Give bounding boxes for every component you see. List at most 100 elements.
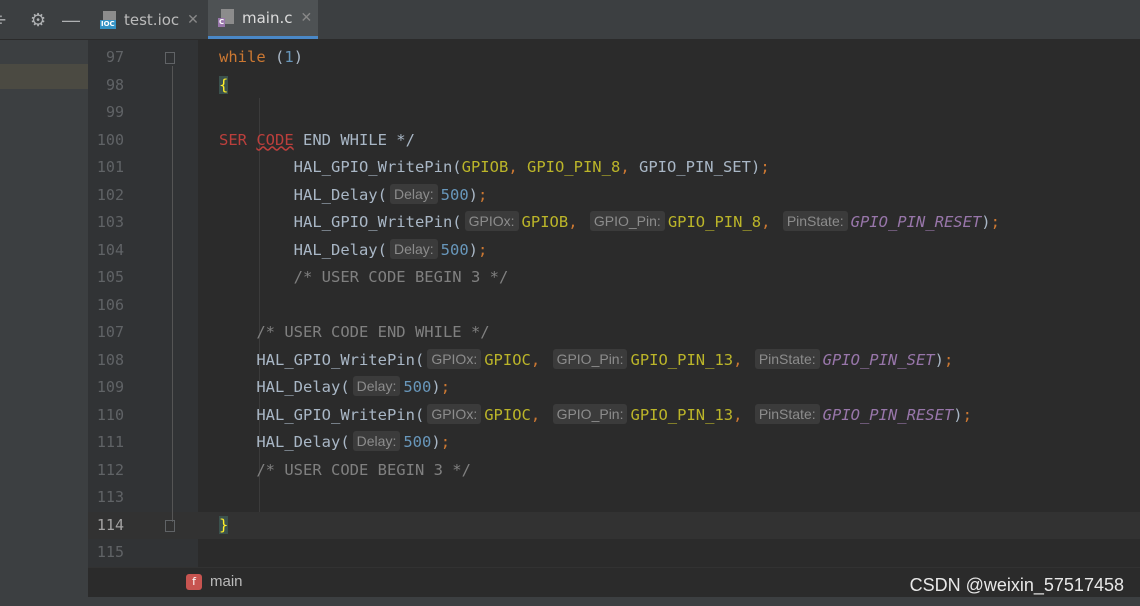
line-number: 102 bbox=[96, 185, 124, 204]
c-file-icon: C bbox=[218, 9, 236, 27]
code-keyword: , bbox=[530, 350, 550, 369]
code-keyword: , bbox=[508, 158, 527, 176]
code-keyword: , bbox=[733, 350, 752, 369]
code-text: HAL_Delay(Delay: 500); bbox=[219, 374, 450, 401]
fold-marker-icon[interactable] bbox=[165, 52, 175, 64]
collapse-icon[interactable]: ÷ bbox=[0, 8, 6, 32]
watermark: CSDN @weixin_57517458 bbox=[909, 575, 1124, 595]
code-keyword: ; bbox=[478, 240, 488, 259]
close-icon[interactable]: ✕ bbox=[301, 10, 313, 26]
parameter-hint: PinState: bbox=[782, 211, 848, 231]
function-icon: f bbox=[186, 574, 202, 590]
code-line[interactable]: 115 bbox=[88, 539, 1140, 567]
matched-brace: { bbox=[219, 75, 229, 94]
code-keyword: ; bbox=[478, 185, 488, 204]
line-number: 98 bbox=[105, 75, 124, 94]
code-line[interactable]: 106 bbox=[88, 292, 1140, 320]
code-keyword: ; bbox=[990, 213, 1000, 231]
minus-icon[interactable]: — bbox=[62, 8, 80, 32]
code-macro: GPIOC bbox=[484, 350, 531, 369]
line-number: 101 bbox=[96, 158, 124, 176]
code-text: SER CODE END WHILE */ bbox=[219, 127, 415, 154]
status-bar bbox=[0, 597, 1140, 606]
code-enum-constant: GPIO_PIN_RESET bbox=[850, 213, 982, 231]
code-number: 500 bbox=[403, 378, 432, 396]
matched-brace: } bbox=[219, 515, 229, 534]
code-error: CODE bbox=[256, 130, 294, 149]
code-keyword: , bbox=[761, 213, 780, 231]
code-text: { bbox=[219, 72, 229, 99]
code-token: END WHILE */ bbox=[293, 130, 415, 149]
fold-marker-icon[interactable] bbox=[165, 519, 175, 532]
code-line[interactable]: 107 /* USER CODE END WHILE */ bbox=[88, 319, 1140, 347]
code-line[interactable]: 105 /* USER CODE BEGIN 3 */ bbox=[88, 264, 1140, 292]
code-number: 500 bbox=[403, 433, 432, 451]
code-line[interactable]: 108 HAL_GPIO_WritePin(GPIOx: GPIOC, GPIO_… bbox=[88, 347, 1140, 375]
code-line[interactable]: 114} bbox=[88, 512, 1140, 540]
close-icon[interactable]: ✕ bbox=[187, 12, 199, 28]
code-line[interactable]: 104 HAL_Delay(Delay: 500); bbox=[88, 237, 1140, 265]
code-text: HAL_Delay(Delay: 500); bbox=[219, 182, 487, 209]
line-number: 104 bbox=[96, 240, 124, 259]
code-token: HAL_GPIO_WritePin( bbox=[219, 213, 462, 231]
code-token: GPIO_PIN_SET) bbox=[638, 158, 761, 176]
code-keyword: ; bbox=[440, 433, 451, 451]
line-number: 110 bbox=[96, 405, 124, 424]
code-keyword: ; bbox=[440, 378, 451, 396]
code-line[interactable]: 97 while (1) bbox=[88, 44, 1140, 72]
code-keyword: while bbox=[219, 48, 266, 66]
code-token: HAL_Delay( bbox=[219, 433, 350, 451]
parameter-hint: GPIO_Pin: bbox=[552, 403, 628, 424]
code-line[interactable]: 99 bbox=[88, 99, 1140, 127]
parameter-hint: Delay: bbox=[352, 376, 401, 396]
parameter-hint: Delay: bbox=[389, 183, 438, 204]
line-number: 109 bbox=[96, 378, 124, 396]
code-token: HAL_GPIO_WritePin( bbox=[219, 350, 425, 369]
code-line[interactable]: 102 HAL_Delay(Delay: 500); bbox=[88, 182, 1140, 210]
parameter-hint: Delay: bbox=[389, 238, 438, 259]
selected-tree-row[interactable] bbox=[0, 64, 88, 89]
parameter-hint: GPIOx: bbox=[427, 403, 482, 424]
gear-icon[interactable]: ⚙ bbox=[30, 8, 46, 32]
code-number: 1 bbox=[284, 48, 294, 66]
code-line[interactable]: 98 { bbox=[88, 72, 1140, 100]
code-comment: /* USER CODE BEGIN 3 */ bbox=[219, 460, 471, 479]
code-text: HAL_Delay(Delay: 500); bbox=[219, 429, 450, 456]
code-line[interactable]: 100 SER CODE END WHILE */ bbox=[88, 127, 1140, 155]
code-number: 500 bbox=[440, 185, 469, 204]
code-text: while (1) bbox=[219, 44, 303, 71]
parameter-hint: GPIO_Pin: bbox=[552, 348, 628, 369]
code-line[interactable]: 109 HAL_Delay(Delay: 500); bbox=[88, 374, 1140, 402]
parameter-hint: GPIOx: bbox=[464, 211, 519, 231]
code-keyword: , bbox=[568, 213, 587, 231]
code-line[interactable]: 110 HAL_GPIO_WritePin(GPIOx: GPIOC, GPIO_… bbox=[88, 402, 1140, 430]
parameter-hint: GPIO_Pin: bbox=[589, 211, 665, 231]
code-token: HAL_GPIO_WritePin( bbox=[219, 158, 462, 176]
tab-label: test.ioc bbox=[124, 10, 180, 29]
code-line[interactable]: 103 HAL_GPIO_WritePin(GPIOx: GPIOB, GPIO_… bbox=[88, 209, 1140, 237]
parameter-hint: GPIOx: bbox=[427, 348, 482, 369]
line-number: 111 bbox=[96, 433, 124, 451]
breadcrumb-item-main[interactable]: main bbox=[210, 573, 243, 590]
code-token: ) bbox=[953, 405, 963, 424]
code-token: ) bbox=[293, 48, 304, 66]
tab-label: main.c bbox=[242, 9, 293, 27]
code-line[interactable]: 112 /* USER CODE BEGIN 3 */ bbox=[88, 457, 1140, 485]
line-number: 113 bbox=[96, 488, 124, 506]
code-line[interactable]: 111 HAL_Delay(Delay: 500); bbox=[88, 429, 1140, 457]
code-enum-constant: GPIO_PIN_RESET bbox=[822, 405, 954, 424]
tab-main-c[interactable]: C main.c ✕ bbox=[208, 0, 318, 39]
code-text: HAL_GPIO_WritePin(GPIOx: GPIOC, GPIO_Pin:… bbox=[219, 347, 953, 374]
code-keyword: ; bbox=[962, 405, 972, 424]
code-line[interactable]: 113 bbox=[88, 484, 1140, 512]
code-text: /* USER CODE BEGIN 3 */ bbox=[219, 457, 471, 484]
code-token: ) bbox=[468, 185, 479, 204]
code-macro: GPIOB bbox=[521, 213, 569, 231]
code-token: ) bbox=[431, 433, 441, 451]
code-line[interactable]: 101 HAL_GPIO_WritePin(GPIOB, GPIO_PIN_8,… bbox=[88, 154, 1140, 182]
parameter-hint: PinState: bbox=[754, 348, 820, 369]
code-token: HAL_Delay( bbox=[219, 185, 387, 204]
code-text: HAL_GPIO_WritePin(GPIOx: GPIOC, GPIO_Pin:… bbox=[219, 402, 972, 429]
code-token: ) bbox=[431, 378, 441, 396]
tab-test-ioc[interactable]: IOC test.ioc ✕ bbox=[92, 0, 206, 39]
